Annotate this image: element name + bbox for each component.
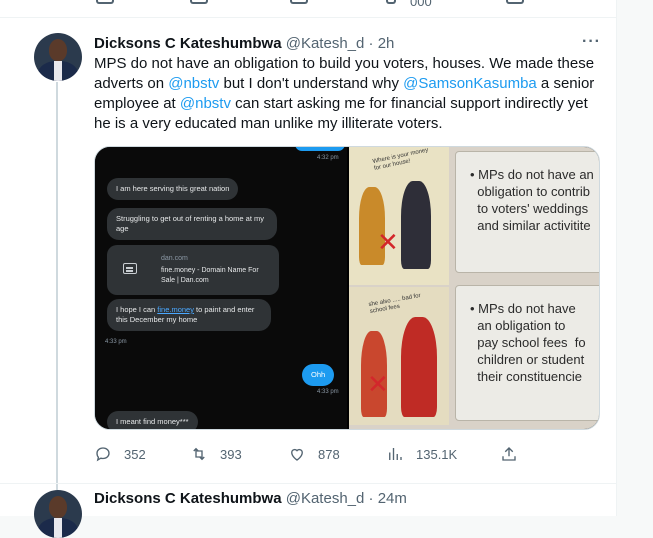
views-icon — [389, 448, 402, 460]
mention-nbstv[interactable]: @nbstv — [180, 95, 231, 112]
heart-icon — [291, 448, 303, 461]
chat-bubble: I meant find money*** — [107, 411, 198, 429]
poster-figure — [401, 317, 437, 417]
share-icon — [502, 447, 516, 461]
link-domain: dan.com — [161, 255, 188, 262]
poster-panel-text: • MPs do not have an obligation to contr… — [455, 151, 599, 273]
poster-illustration: she also ..... bad for school fees ✕ — [349, 287, 449, 425]
chat-timestamp: 4:33 pm — [105, 339, 127, 345]
tweet-text: MPS do not have an obligation to build y… — [94, 54, 604, 134]
author-name[interactable]: Dicksons C Kateshumbwa — [94, 35, 282, 52]
chat-bubble: Struggling to get out of renting a home … — [107, 208, 277, 240]
views-count: 135.1K — [416, 446, 458, 462]
red-cross-icon: ✕ — [377, 227, 399, 257]
avatar[interactable] — [34, 33, 82, 81]
avatar[interactable] — [34, 490, 82, 538]
retweet-icon[interactable] — [190, 0, 208, 4]
author-name[interactable]: Dicksons C Kateshumbwa — [94, 490, 282, 507]
share-icon[interactable] — [506, 0, 524, 4]
author-handle[interactable]: @Katesh_d — [286, 35, 365, 52]
mention-samsonkasumba[interactable]: @SamsonKasumba — [403, 75, 537, 92]
chat-timestamp: 4:33 pm — [317, 389, 339, 395]
text-part: but I don't understand why — [219, 75, 404, 92]
views-count: 000 — [410, 0, 432, 9]
red-cross-icon: ✕ — [367, 369, 389, 399]
tweet-actions: 352 393 878 135.1K — [94, 442, 524, 466]
chat-bubble: I hope I can fine.money to paint and ent… — [107, 299, 271, 331]
chat-timestamp: 4:32 pm — [317, 155, 339, 161]
chat-inline-link: fine.money — [157, 305, 194, 314]
timeline: 000 Dicksons C Kateshumbwa @Katesh_d · 2… — [0, 0, 617, 538]
share-button[interactable] — [500, 442, 530, 466]
poster-caption: Where is your money for our house! — [372, 147, 429, 172]
separator-dot: · — [368, 35, 374, 52]
poster-caption: she also ..... bad for school fees — [368, 292, 422, 315]
chat-text: I hope I can — [116, 305, 158, 314]
tweet-header: Dicksons C Kateshumbwa @Katesh_d · 2h — [94, 35, 394, 52]
reply-icon — [96, 447, 110, 462]
reply-button[interactable]: 352 — [94, 442, 146, 466]
like-count: 878 — [318, 446, 340, 462]
chat-link-card: dan.com fine.money - Domain Name For Sal… — [107, 245, 279, 295]
previous-tweet-actions: 000 — [0, 0, 617, 18]
more-options-icon[interactable]: ··· — [582, 33, 601, 51]
retweet-icon — [193, 447, 205, 461]
author-handle[interactable]: @Katesh_d — [286, 490, 365, 507]
link-preview-icon — [123, 263, 137, 274]
retweet-button[interactable]: 393 — [190, 442, 242, 466]
views-button[interactable]: 135.1K — [386, 442, 457, 466]
views-icon[interactable] — [386, 0, 396, 4]
chat-bubble-outgoing: Ohh — [302, 364, 335, 386]
link-title: fine.money - Domain Name For Sale | Dan.… — [161, 267, 259, 284]
chat-bubble: I am here serving this great nation — [107, 178, 239, 200]
tweet-time[interactable]: 2h — [378, 35, 395, 52]
tweet-divider — [0, 483, 617, 484]
separator-dot: · — [368, 490, 374, 507]
reply-count: 352 — [124, 446, 146, 462]
tweet-media: 4:32 pm I am here serving this great nat… — [94, 146, 600, 430]
thread-connector — [56, 82, 58, 490]
like-button[interactable]: 878 — [288, 442, 340, 466]
retweet-count: 393 — [220, 446, 242, 462]
media-image-chat-screenshot[interactable]: 4:32 pm I am here serving this great nat… — [95, 147, 347, 429]
tweet-header: Dicksons C Kateshumbwa @Katesh_d · 24m — [94, 490, 407, 507]
media-image-poster[interactable]: Where is your money for our house! ✕ • M… — [349, 147, 599, 429]
sidebar-edge — [618, 0, 653, 516]
like-icon[interactable] — [290, 0, 308, 4]
poster-panel-text: • MPs do not have an obligation to pay s… — [455, 285, 599, 421]
tweet-time[interactable]: 24m — [378, 490, 407, 507]
reply-icon[interactable] — [96, 0, 114, 4]
poster-figure — [401, 181, 431, 269]
poster-illustration: Where is your money for our house! ✕ — [349, 147, 449, 285]
chat-bubble-outgoing — [295, 147, 345, 151]
mention-nbstv[interactable]: @nbstv — [168, 75, 219, 92]
